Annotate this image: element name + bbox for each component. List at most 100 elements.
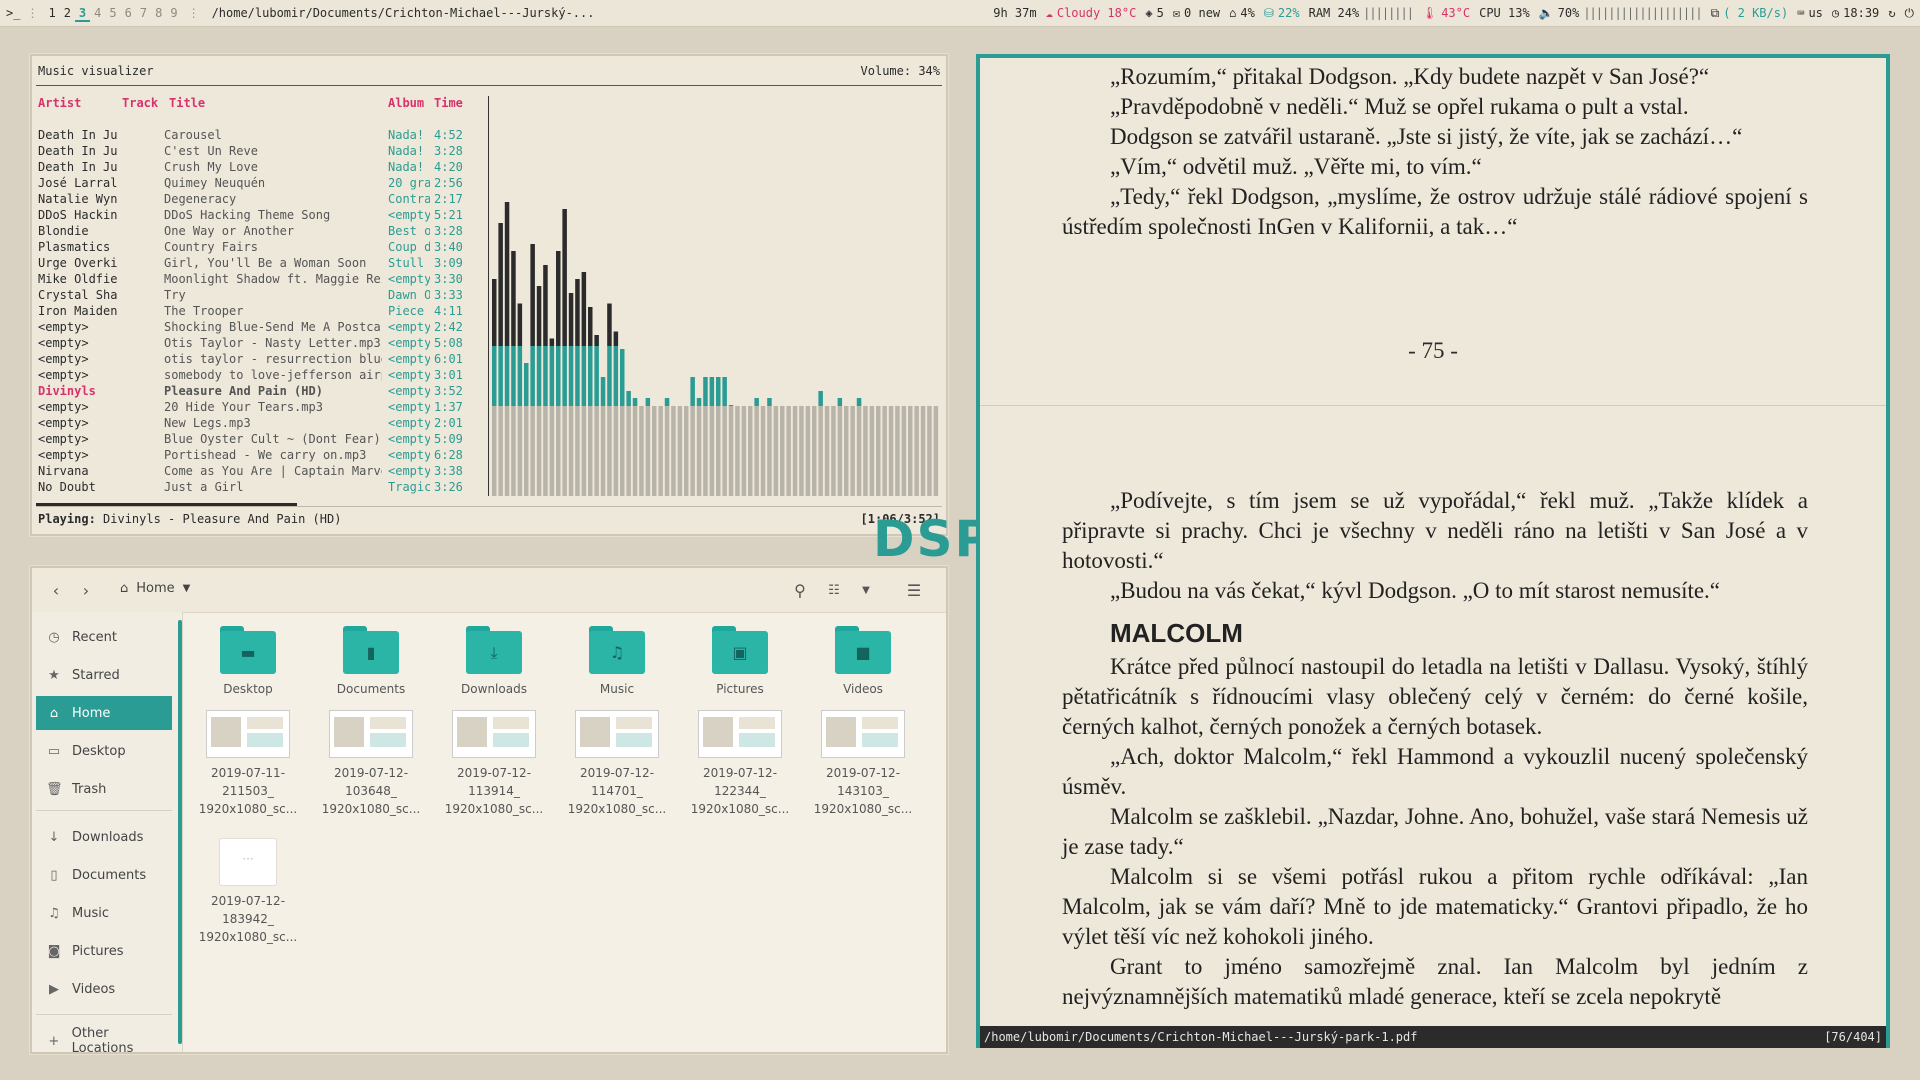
breadcrumb-home[interactable]: Home xyxy=(136,581,174,596)
table-row[interactable]: Natalie Wyn 01 Degeneracy Contra 2:17 xyxy=(38,191,486,207)
track-artist: Death In Ju 12 xyxy=(38,128,120,142)
sidebar-item-videos[interactable]: ▶ Videos xyxy=(36,972,172,1006)
view-list-icon[interactable]: ☷ xyxy=(822,578,846,602)
file-item[interactable]: 2019-07-12- 122344_ 1920x1080_sc... xyxy=(684,706,796,818)
paragraph: „Ach, doktor Malcolm,“ řekl Hammond a vy… xyxy=(1062,744,1808,799)
pdf-document[interactable]: „Rozumím,“ přitakal Dodgson. „Kdy budete… xyxy=(980,58,1886,1026)
file-item[interactable]: 2019-07-11- 211503_ 1920x1080_sc... xyxy=(192,706,304,818)
separator: ⋮ xyxy=(187,6,200,20)
spectrum-base-bar xyxy=(498,406,503,496)
track-artist: Death In Ju 13 xyxy=(38,144,120,158)
table-row[interactable]: DDoS Hackin DDoS Hacking Theme Song <empty… xyxy=(38,207,486,223)
sidebar-item-documents[interactable]: ▯ Documents xyxy=(36,858,172,892)
mail[interactable]: ✉ 0 new xyxy=(1173,6,1220,20)
table-row[interactable]: Urge Overki Girl, You'll Be a Woman Soon S… xyxy=(38,255,486,271)
file-item[interactable]: 2019-07-12- 143103_ 1920x1080_sc... xyxy=(807,706,919,818)
table-row[interactable]: José Larral Quimey Neuquén 20 gra 2:56 xyxy=(38,175,486,191)
sidebar-item-starred[interactable]: ★ Starred xyxy=(36,658,172,692)
workspace-6[interactable]: 6 xyxy=(121,6,136,20)
search-icon[interactable]: ⚲ xyxy=(788,578,812,602)
workspace-2[interactable]: 2 xyxy=(60,6,75,20)
table-row[interactable]: Divinyls Pleasure And Pain (HD) <empty 3:52 xyxy=(38,383,486,399)
keyboard-layout[interactable]: ⌨ us xyxy=(1797,6,1823,20)
back-button[interactable]: ‹ xyxy=(44,578,68,602)
file-item[interactable]: 2019-07-12- 113914_ 1920x1080_sc... xyxy=(438,706,550,818)
workspace-7[interactable]: 7 xyxy=(136,6,151,20)
network: ⧉( 2 KB/s) xyxy=(1711,6,1789,21)
power-icon[interactable]: ⏻ xyxy=(1905,6,1915,21)
table-row[interactable]: <empty> New Legs.mp3 <empty 2:01 xyxy=(38,415,486,431)
clock[interactable]: ◷ 18:39 xyxy=(1832,6,1879,20)
sidebar-item-home[interactable]: ⌂ Home xyxy=(36,696,172,730)
file-item[interactable]: 2019-07-12- 114701_ 1920x1080_sc... xyxy=(561,706,673,818)
sidebar-item-desktop[interactable]: ▭ Desktop xyxy=(36,734,172,768)
table-row[interactable]: <empty> somebody to love-jefferson airp <e… xyxy=(38,367,486,383)
column-header-title[interactable]: Title xyxy=(169,96,205,110)
sidebar-item-other-locations[interactable]: + Other Locations xyxy=(36,1024,172,1058)
download-icon: ↓ xyxy=(48,829,60,845)
video-icon: ▶ xyxy=(49,981,59,997)
track-artist: Plasmatics xyxy=(38,240,111,254)
volume[interactable]: 🔈 70% ||||||||||||||||||| xyxy=(1539,6,1703,20)
sidebar-item-downloads[interactable]: ↓ Downloads xyxy=(36,820,172,854)
table-row[interactable]: <empty> Blue Oyster Cult ~ (Dont Fear) <em… xyxy=(38,431,486,447)
table-row[interactable]: <empty> Otis Taylor - Nasty Letter.mp3 <em… xyxy=(38,335,486,351)
workspace-9[interactable]: 9 xyxy=(166,6,181,20)
workspace-1[interactable]: 1 xyxy=(44,6,59,20)
refresh-icon[interactable]: ↻ xyxy=(1888,6,1895,20)
table-row[interactable]: Death In Ju 12 Carousel Nada! 4:52 xyxy=(38,127,486,143)
table-row[interactable]: Death In Ju 13 C'est Un Reve Nada! 3:28 xyxy=(38,143,486,159)
launcher-icon[interactable]: >_ xyxy=(6,6,20,20)
chevron-down-icon[interactable]: ▼ xyxy=(183,583,191,594)
folder-music[interactable]: ♫ Music xyxy=(561,618,673,698)
spectrum-base-bar xyxy=(671,406,676,496)
folder-pictures[interactable]: ▣ Pictures xyxy=(684,618,796,698)
table-row[interactable]: <empty> Shocking Blue-Send Me A Postcar <e… xyxy=(38,319,486,335)
table-row[interactable]: Crystal Sha Try Dawn O 3:33 xyxy=(38,287,486,303)
table-row[interactable]: <empty> 20 Hide Your Tears.mp3 <empty 1:37 xyxy=(38,399,486,415)
table-row[interactable]: Death In Ju 14 Crush My Love Nada! 4:20 xyxy=(38,159,486,175)
column-header-track[interactable]: Track xyxy=(122,96,158,110)
breadcrumb[interactable]: ⌂ Home ▼ xyxy=(120,581,190,596)
folder-documents[interactable]: ▮ Documents xyxy=(315,618,427,698)
spectrum-base-bar xyxy=(748,406,753,496)
ram-bars: |||||||| xyxy=(1363,6,1414,20)
file-item[interactable]: 2019-07-12- 103648_ 1920x1080_sc... xyxy=(315,706,427,818)
table-row[interactable]: No Doubt Just a Girl Tragic 3:26 xyxy=(38,479,486,495)
window-title: Music visualizer xyxy=(38,64,154,78)
sidebar-item-music[interactable]: ♫ Music xyxy=(36,896,172,930)
workspace-8[interactable]: 8 xyxy=(151,6,166,20)
thumbnail-detail xyxy=(370,733,406,747)
track-time: 1:37 xyxy=(434,400,463,414)
sidebar-item-trash[interactable]: 🗑 Trash xyxy=(36,772,172,806)
column-header-artist[interactable]: Artist xyxy=(38,96,81,110)
menu-icon[interactable]: ☰ xyxy=(902,578,926,602)
file-item[interactable]: ··· 2019-07-12- 183942_ 1920x1080_sc... xyxy=(192,834,304,946)
spectrum-peak-bar xyxy=(517,303,523,346)
table-row[interactable]: Blondie One Way or Another Best o 3:28 xyxy=(38,223,486,239)
workspace-5[interactable]: 5 xyxy=(105,6,120,20)
folder-desktop[interactable]: ▬ Desktop xyxy=(192,618,304,698)
workspace-3[interactable]: 3 xyxy=(74,6,91,22)
folder-downloads[interactable]: ⤓ Downloads xyxy=(438,618,550,698)
chevron-down-icon[interactable]: ▼ xyxy=(854,578,878,602)
sidebar-scrollbar[interactable] xyxy=(178,620,182,1044)
column-header-time[interactable]: Time xyxy=(434,96,463,110)
folder-videos[interactable]: ■ Videos xyxy=(807,618,919,698)
sidebar-item-pictures[interactable]: ◙ Pictures xyxy=(36,934,172,968)
table-row[interactable]: Plasmatics Country Fairs Coup d 3:40 xyxy=(38,239,486,255)
sidebar-item-recent[interactable]: ◷ Recent xyxy=(36,620,172,654)
spectrum-base-bar xyxy=(844,406,849,496)
track-artist: Mike Oldfie xyxy=(38,272,118,286)
table-row[interactable]: Nirvana Come as You Are | Captain Marve <e… xyxy=(38,463,486,479)
table-row[interactable]: <empty> Portishead - We carry on.mp3 <empt… xyxy=(38,447,486,463)
workspace-4[interactable]: 4 xyxy=(90,6,105,20)
column-header-album[interactable]: Album xyxy=(388,96,424,110)
forward-button[interactable]: › xyxy=(74,578,98,602)
track-artist: Death In Ju 14 xyxy=(38,160,120,174)
table-row[interactable]: Iron Maiden The Trooper Piece 4:11 xyxy=(38,303,486,319)
table-row[interactable]: Mike Oldfie Moonlight Shadow ft. Maggie R… xyxy=(38,271,486,287)
table-row[interactable]: <empty> otis taylor - resurrection blue <e… xyxy=(38,351,486,367)
file-label: 1920x1080_sc... xyxy=(813,802,913,816)
cloud-icon: ☁ xyxy=(1045,6,1053,20)
